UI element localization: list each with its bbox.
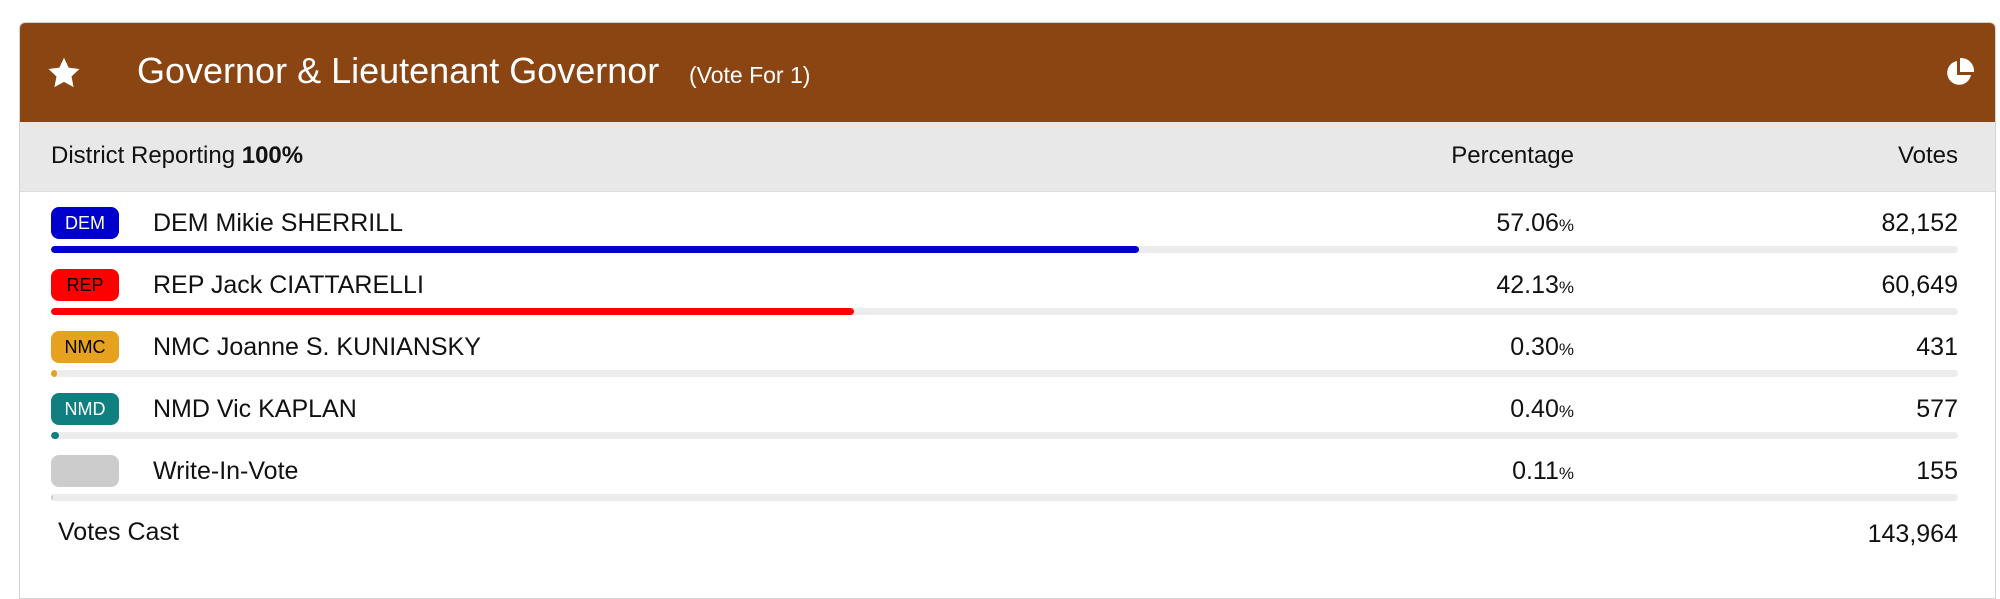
- candidate-name: DEM Mikie SHERRILL: [153, 209, 404, 237]
- candidate-votes: 60,649: [1881, 271, 1958, 299]
- candidate-percentage: 0.11%: [1512, 457, 1574, 485]
- candidate-row: NMC NMC Joanne S. KUNIANSKY 0.30% 431: [20, 316, 1995, 378]
- vote-for-note: (Vote For 1): [689, 62, 811, 88]
- pie-chart-icon[interactable]: [1943, 57, 1975, 89]
- votes-cast-row: Votes Cast 143,964: [20, 502, 1995, 562]
- candidate-row: Write-In-Vote 0.11% 155: [20, 440, 1995, 502]
- percentage-column-header: Percentage: [1451, 142, 1574, 169]
- candidate-name: Write-In-Vote: [153, 457, 299, 485]
- party-badge: NMD: [51, 393, 119, 425]
- candidate-votes: 155: [1916, 457, 1958, 485]
- candidate-name: NMC Joanne S. KUNIANSKY: [153, 333, 481, 361]
- vote-share-fill: [51, 494, 54, 501]
- race-header: Governor & Lieutenant Governor (Vote For…: [20, 23, 1995, 122]
- candidate-row: REP REP Jack CIATTARELLI 42.13% 60,649: [20, 254, 1995, 316]
- reporting-value: 100%: [241, 142, 304, 169]
- candidate-votes: 82,152: [1881, 209, 1958, 237]
- votes-cast-label: Votes Cast: [58, 518, 179, 546]
- candidate-percentage: 0.40%: [1510, 395, 1574, 423]
- candidate-row: DEM DEM Mikie SHERRILL 57.06% 82,152: [20, 192, 1995, 254]
- vote-share-bar: [51, 432, 1958, 439]
- vote-share-fill: [51, 432, 59, 439]
- race-title: Governor & Lieutenant Governor: [137, 50, 660, 91]
- votes-cast-value: 143,964: [1867, 520, 1958, 548]
- candidate-votes: 431: [1916, 333, 1958, 361]
- candidate-name: REP Jack CIATTARELLI: [153, 271, 424, 299]
- party-badge: NMC: [51, 331, 119, 363]
- vote-share-bar: [51, 494, 1958, 501]
- district-reporting: District Reporting 100%: [51, 142, 303, 170]
- candidate-list: DEM DEM Mikie SHERRILL 57.06% 82,152 REP…: [20, 192, 1995, 502]
- votes-column-header: Votes: [1897, 142, 1958, 169]
- race-results-card: Governor & Lieutenant Governor (Vote For…: [19, 22, 1996, 599]
- vote-share-bar: [51, 370, 1958, 377]
- candidate-percentage: 42.13%: [1496, 271, 1574, 299]
- reporting-label: District Reporting: [51, 142, 236, 169]
- vote-share-bar: [51, 308, 1958, 315]
- party-badge: [51, 455, 119, 487]
- vote-share-fill: [51, 370, 57, 377]
- vote-share-bar: [51, 246, 1958, 253]
- vote-share-fill: [51, 308, 855, 315]
- star-icon[interactable]: [46, 55, 82, 91]
- candidate-votes: 577: [1916, 395, 1958, 423]
- candidate-row: NMD NMD Vic KAPLAN 0.40% 577: [20, 378, 1995, 440]
- party-badge: REP: [51, 269, 119, 301]
- candidate-percentage: 0.30%: [1510, 333, 1574, 361]
- reporting-bar: District Reporting 100% Percentage Votes: [20, 122, 1995, 192]
- candidate-name: NMD Vic KAPLAN: [153, 395, 357, 423]
- candidate-percentage: 57.06%: [1496, 209, 1574, 237]
- party-badge: DEM: [51, 207, 119, 239]
- vote-share-fill: [51, 246, 1140, 253]
